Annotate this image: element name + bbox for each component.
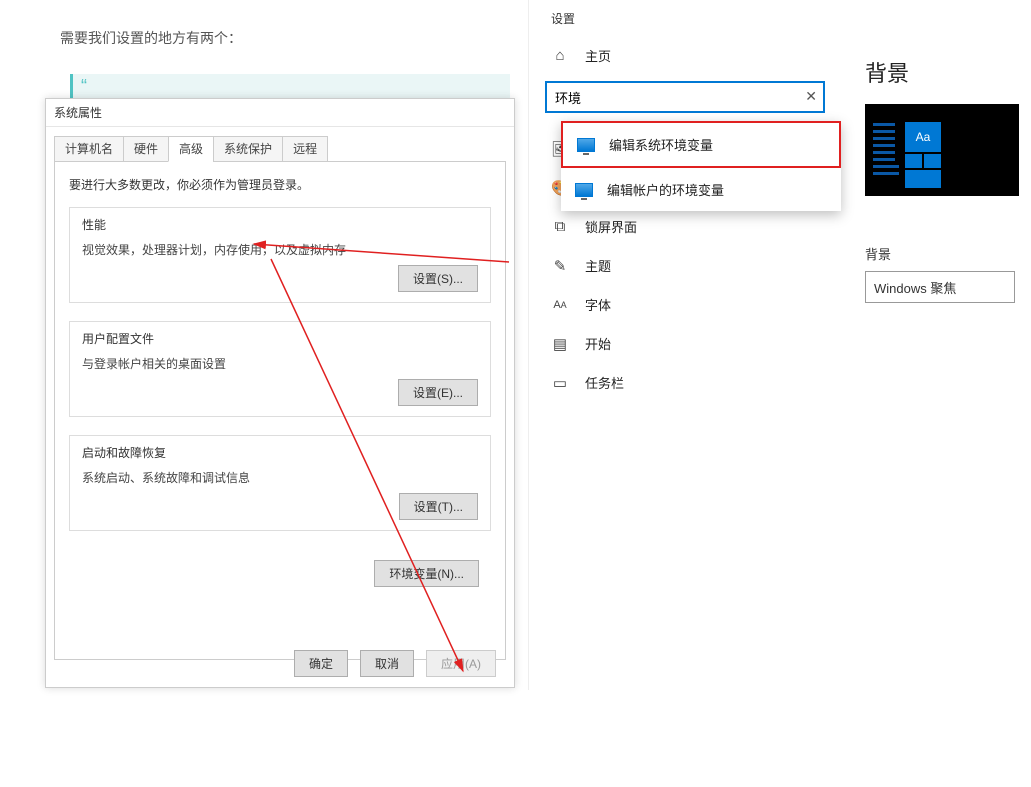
tab-computer-name[interactable]: 计算机名 xyxy=(54,136,124,162)
tab-advanced[interactable]: 高级 xyxy=(168,136,214,162)
environment-variables-button[interactable]: 环境变量(N)... xyxy=(374,560,479,587)
groupbox-performance: 性能 视觉效果，处理器计划，内存使用，以及虚拟内存 设置(S)... xyxy=(69,207,491,303)
nav-taskbar[interactable]: ▭ 任务栏 xyxy=(529,363,841,402)
nav-start[interactable]: ▤ 开始 xyxy=(529,324,841,363)
groupbox-startup-recovery: 启动和故障恢复 系统启动、系统故障和调试信息 设置(T)... xyxy=(69,435,491,531)
settings-header: 设置 xyxy=(529,0,1031,37)
tab-body: 要进行大多数更改，你必须作为管理员登录。 性能 视觉效果，处理器计划，内存使用，… xyxy=(54,162,506,660)
background-preview: Aa xyxy=(865,104,1019,196)
nav-label: 任务栏 xyxy=(585,373,624,392)
groupbox-user-profiles: 用户配置文件 与登录帐户相关的桌面设置 设置(E)... xyxy=(69,321,491,417)
monitor-icon xyxy=(577,138,595,152)
search-wrapper: ✕ 编辑系统环境变量 编辑帐户的环境变量 xyxy=(545,81,825,113)
performance-settings-button[interactable]: 设置(S)... xyxy=(398,265,478,292)
suggest-edit-account-env[interactable]: 编辑帐户的环境变量 xyxy=(561,168,841,211)
groupbox-title-performance: 性能 xyxy=(82,216,478,233)
home-icon: ⌂ xyxy=(551,47,569,64)
combo-value: Windows 聚焦 xyxy=(874,278,956,297)
groupbox-desc-profiles: 与登录帐户相关的桌面设置 xyxy=(82,355,478,372)
groupbox-title-profiles: 用户配置文件 xyxy=(82,330,478,347)
background-combobox[interactable]: Windows 聚焦 xyxy=(865,271,1015,303)
tab-system-protection[interactable]: 系统保护 xyxy=(213,136,283,162)
suggest-edit-system-env[interactable]: 编辑系统环境变量 xyxy=(561,121,841,168)
apply-button[interactable]: 应用(A) xyxy=(426,650,496,677)
groupbox-desc-performance: 视觉效果，处理器计划，内存使用，以及虚拟内存 xyxy=(82,241,478,258)
settings-sidebar: ⌂ 主页 ✕ 编辑系统环境变量 编辑帐户的环境变量 🖼 背景 xyxy=(529,36,841,686)
groupbox-desc-startup: 系统启动、系统故障和调试信息 xyxy=(82,469,478,486)
nav-label: 开始 xyxy=(585,334,611,353)
nav-label: 主题 xyxy=(585,256,611,275)
tab-remote[interactable]: 远程 xyxy=(282,136,328,162)
nav-label: 字体 xyxy=(585,295,611,314)
search-suggestions: 编辑系统环境变量 编辑帐户的环境变量 xyxy=(561,121,841,211)
system-properties-dialog: 系统属性 计算机名 硬件 高级 系统保护 远程 要进行大多数更改，你必须作为管理… xyxy=(45,98,515,688)
nav-themes[interactable]: ✎ 主题 xyxy=(529,246,841,285)
article-intro: 需要我们设置的地方有两个： xyxy=(60,28,242,48)
cancel-button[interactable]: 取消 xyxy=(360,650,414,677)
nav-label: 锁屏界面 xyxy=(585,217,637,236)
lockscreen-icon: ⧉ xyxy=(551,218,569,235)
theme-icon: ✎ xyxy=(551,257,569,275)
tab-area: 计算机名 硬件 高级 系统保护 远程 要进行大多数更改，你必须作为管理员登录。 … xyxy=(54,135,506,660)
tab-strip: 计算机名 硬件 高级 系统保护 远程 xyxy=(54,135,506,162)
monitor-icon xyxy=(575,183,593,197)
nav-label: 主页 xyxy=(585,46,611,65)
search-input[interactable] xyxy=(545,81,825,113)
background-label: 背景 xyxy=(865,244,1031,263)
suggest-label: 编辑帐户的环境变量 xyxy=(607,180,724,199)
taskbar-icon: ▭ xyxy=(551,374,569,392)
aa-tile: Aa xyxy=(905,122,941,152)
dialog-title: 系统属性 xyxy=(46,99,514,127)
content-heading: 背景 xyxy=(865,56,1031,88)
admin-note: 要进行大多数更改，你必须作为管理员登录。 xyxy=(69,176,491,193)
dialog-button-row: 确定 取消 应用(A) xyxy=(294,650,496,677)
profiles-settings-button[interactable]: 设置(E)... xyxy=(398,379,478,406)
settings-content: 背景 Aa 背景 Windows 聚焦 xyxy=(865,36,1031,303)
start-icon: ▤ xyxy=(551,335,569,353)
groupbox-title-startup: 启动和故障恢复 xyxy=(82,444,478,461)
nav-lockscreen[interactable]: ⧉ 锁屏界面 xyxy=(529,207,841,246)
suggest-label: 编辑系统环境变量 xyxy=(609,135,713,154)
font-icon: AA xyxy=(551,299,569,311)
settings-window: 设置 ⌂ 主页 ✕ 编辑系统环境变量 编辑帐户的环境变量 🖼 xyxy=(528,0,1031,690)
nav-home[interactable]: ⌂ 主页 xyxy=(529,36,841,75)
startup-settings-button[interactable]: 设置(T)... xyxy=(399,493,478,520)
nav-fonts[interactable]: AA 字体 xyxy=(529,285,841,324)
tab-hardware[interactable]: 硬件 xyxy=(123,136,169,162)
quote-block: “ xyxy=(70,74,510,98)
clear-search-icon[interactable]: ✕ xyxy=(805,88,817,105)
ok-button[interactable]: 确定 xyxy=(294,650,348,677)
